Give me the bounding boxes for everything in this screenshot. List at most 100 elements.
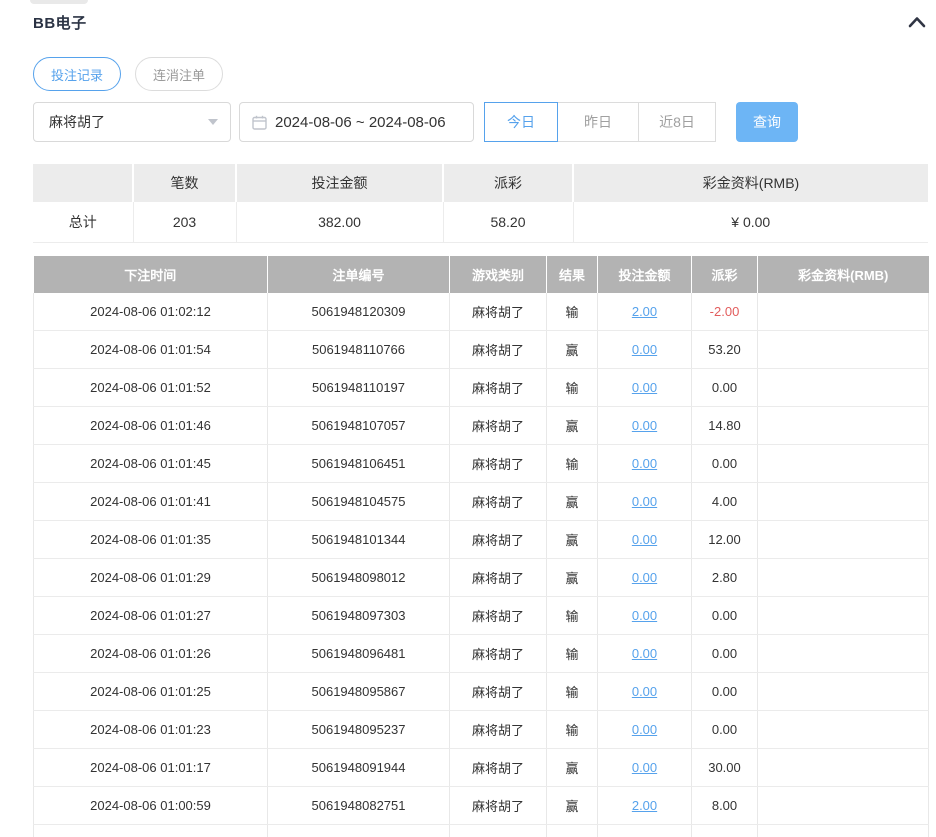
game-type-cell: 麻将胡了 — [449, 368, 547, 407]
game-type-cell: 麻将胡了 — [449, 330, 547, 369]
bet-amount-link[interactable]: 0.00 — [632, 722, 657, 737]
bet-time-cell: 2024-08-06 01:01:26 — [33, 634, 268, 673]
table-row: 2024-08-06 01:01:41 5061948104575 麻将胡了 赢… — [33, 482, 929, 521]
header-order-id: 注单编号 — [267, 255, 450, 293]
bet-amount-link[interactable]: 0.00 — [632, 570, 657, 585]
bet-amount-link[interactable]: 0.00 — [632, 532, 657, 547]
payout-cell: 0.00 — [691, 368, 758, 407]
summary-header-blank — [33, 164, 134, 202]
bet-amount-link[interactable]: 0.00 — [632, 684, 657, 699]
bonus-cell — [757, 824, 929, 837]
game-type-cell: 麻将胡了 — [449, 444, 547, 483]
date-range-input[interactable]: 2024-08-06 ~ 2024-08-06 — [239, 102, 474, 142]
bet-amount-link[interactable]: 0.00 — [632, 608, 657, 623]
table-row: 2024-08-06 01:00:59 5061948082751 麻将胡了 赢… — [33, 786, 929, 825]
payout-cell: 30.00 — [691, 748, 758, 787]
bet-amount-link[interactable]: 0.00 — [632, 646, 657, 661]
result-cell: 输 — [546, 368, 598, 407]
payout-cell: 0.00 — [691, 444, 758, 483]
bet-time-cell: 2024-08-06 01:01:46 — [33, 406, 268, 445]
bet-amount-link[interactable]: 0.00 — [632, 418, 657, 433]
bet-amount-link[interactable]: 2.00 — [632, 304, 657, 319]
table-row: 2024-08-06 01:01:46 5061948107057 麻将胡了 赢… — [33, 406, 929, 445]
bet-amount-link[interactable]: 2.00 — [632, 798, 657, 813]
table-row: 2024-08-06 01:01:35 5061948101344 麻将胡了 赢… — [33, 520, 929, 559]
table-row: 2024-08-06 01:01:27 5061948097303 麻将胡了 输… — [33, 596, 929, 635]
summary-total-bet-amount: 382.00 — [236, 202, 444, 243]
tab-betting-records[interactable]: 投注记录 — [33, 57, 122, 91]
bet-records-table: 下注时间 注单编号 游戏类别 结果 投注金额 派彩 彩金资料(RMB) 2024… — [33, 255, 929, 837]
table-row: 2024-08-06 00:41:45 5061947520134 麻将胡了 赢… — [33, 824, 929, 837]
result-cell: 输 — [546, 634, 598, 673]
bet-amount-cell: 0.00 — [597, 444, 692, 483]
tab-label: 连消注单 — [153, 67, 206, 83]
bet-table-header-row: 下注时间 注单编号 游戏类别 结果 投注金额 派彩 彩金资料(RMB) — [33, 255, 929, 293]
bet-amount-link[interactable]: 0.00 — [632, 494, 657, 509]
table-row: 2024-08-06 01:02:12 5061948120309 麻将胡了 输… — [33, 292, 929, 331]
bet-amount-cell: 0.00 — [597, 558, 692, 597]
bet-amount-link[interactable]: 0.00 — [632, 342, 657, 357]
bet-amount-link[interactable]: 0.00 — [632, 760, 657, 775]
bet-time-cell: 2024-08-06 01:01:41 — [33, 482, 268, 521]
game-type-select-value: 麻将胡了 — [49, 114, 105, 130]
payout-cell: 12.40 — [691, 824, 758, 837]
bet-time-cell: 2024-08-06 01:01:25 — [33, 672, 268, 711]
bet-time-cell: 2024-08-06 01:00:59 — [33, 786, 268, 825]
order-id-cell: 5061948096481 — [267, 634, 450, 673]
table-row: 2024-08-06 01:01:25 5061948095867 麻将胡了 输… — [33, 672, 929, 711]
payout-cell: 14.80 — [691, 406, 758, 445]
game-type-cell: 麻将胡了 — [449, 824, 547, 837]
bonus-cell — [757, 558, 929, 597]
search-button[interactable]: 查询 — [736, 102, 798, 142]
game-type-cell: 麻将胡了 — [449, 482, 547, 521]
game-type-select[interactable]: 麻将胡了 — [33, 102, 231, 142]
record-type-tabs: 投注记录 连消注单 — [33, 57, 928, 91]
payout-cell: 0.00 — [691, 634, 758, 673]
result-cell: 赢 — [546, 482, 598, 521]
game-type-cell: 麻将胡了 — [449, 292, 547, 331]
summary-header-bet-amount: 投注金额 — [236, 164, 444, 202]
bonus-cell — [757, 292, 929, 331]
bet-amount-cell: 0.00 — [597, 710, 692, 749]
result-cell: 赢 — [546, 748, 598, 787]
bet-amount-link[interactable]: 0.00 — [632, 380, 657, 395]
game-type-cell: 麻将胡了 — [449, 634, 547, 673]
order-id-cell: 5061948120309 — [267, 292, 450, 331]
today-button[interactable]: 今日 — [484, 102, 558, 142]
order-id-cell: 5061948110197 — [267, 368, 450, 407]
header-bet-amount: 投注金额 — [597, 255, 692, 293]
bet-time-cell: 2024-08-06 01:01:29 — [33, 558, 268, 597]
bet-time-cell: 2024-08-06 01:01:23 — [33, 710, 268, 749]
bonus-cell — [757, 482, 929, 521]
bet-amount-cell: 0.00 — [597, 520, 692, 559]
table-row: 2024-08-06 01:01:54 5061948110766 麻将胡了 赢… — [33, 330, 929, 369]
result-cell: 输 — [546, 292, 598, 331]
last-8-days-button[interactable]: 近8日 — [638, 102, 716, 142]
payout-cell: 0.00 — [691, 596, 758, 635]
bet-amount-cell: 0.00 — [597, 482, 692, 521]
order-id-cell: 5061948101344 — [267, 520, 450, 559]
bet-time-cell: 2024-08-06 01:01:27 — [33, 596, 268, 635]
bet-time-cell: 2024-08-06 01:01:17 — [33, 748, 268, 787]
bet-amount-link[interactable]: 0.00 — [632, 456, 657, 471]
bonus-cell — [757, 748, 929, 787]
yesterday-button[interactable]: 昨日 — [557, 102, 639, 142]
order-id-cell: 5061948110766 — [267, 330, 450, 369]
summary-header-count: 笔数 — [133, 164, 237, 202]
order-id-cell: 5061947520134 — [267, 824, 450, 837]
bet-amount-cell: 2.00 — [597, 786, 692, 825]
collapse-panel-button[interactable] — [906, 13, 928, 31]
order-id-cell: 5061948098012 — [267, 558, 450, 597]
result-cell: 输 — [546, 672, 598, 711]
game-type-cell: 麻将胡了 — [449, 406, 547, 445]
bet-time-cell: 2024-08-06 01:01:35 — [33, 520, 268, 559]
game-type-cell: 麻将胡了 — [449, 520, 547, 559]
bonus-cell — [757, 368, 929, 407]
order-id-cell: 5061948106451 — [267, 444, 450, 483]
bet-time-cell: 2024-08-06 01:01:45 — [33, 444, 268, 483]
game-type-cell: 麻将胡了 — [449, 786, 547, 825]
tab-cancelled-orders[interactable]: 连消注单 — [135, 57, 224, 91]
result-cell: 赢 — [546, 406, 598, 445]
bet-amount-cell: 0.00 — [597, 406, 692, 445]
filter-bar: 麻将胡了 2024-08-06 ~ 2024-08-06 今日 昨日 近8日 查… — [33, 102, 928, 142]
